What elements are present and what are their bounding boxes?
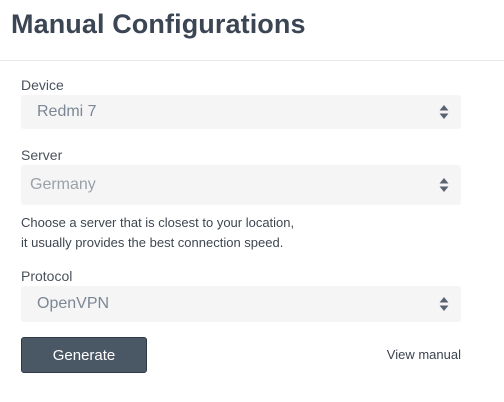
sort-arrows-icon xyxy=(439,104,449,120)
server-help-line-2: it usually provides the best connection … xyxy=(21,235,284,250)
device-label: Device xyxy=(21,77,64,93)
server-select-value: Germany xyxy=(30,176,96,193)
generate-button[interactable]: Generate xyxy=(21,337,147,373)
protocol-label: Protocol xyxy=(21,268,73,284)
page-title: Manual Configurations xyxy=(11,9,306,39)
sort-arrows-icon xyxy=(439,177,449,193)
server-select[interactable]: Germany xyxy=(21,165,461,205)
header-divider xyxy=(0,60,504,61)
server-help-text: Choose a server that is closest to your … xyxy=(21,213,294,253)
view-manual-link[interactable]: View manual xyxy=(387,347,461,362)
device-select[interactable]: Redmi 7 xyxy=(21,95,461,129)
server-label: Server xyxy=(21,147,63,163)
device-select-value: Redmi 7 xyxy=(37,103,97,120)
protocol-select[interactable]: OpenVPN xyxy=(21,286,461,322)
manual-configurations-page: Manual Configurations Device Redmi 7 Ser… xyxy=(0,0,504,402)
sort-arrows-icon xyxy=(439,296,449,312)
server-help-line-1: Choose a server that is closest to your … xyxy=(21,215,295,230)
protocol-select-value: OpenVPN xyxy=(37,295,110,312)
